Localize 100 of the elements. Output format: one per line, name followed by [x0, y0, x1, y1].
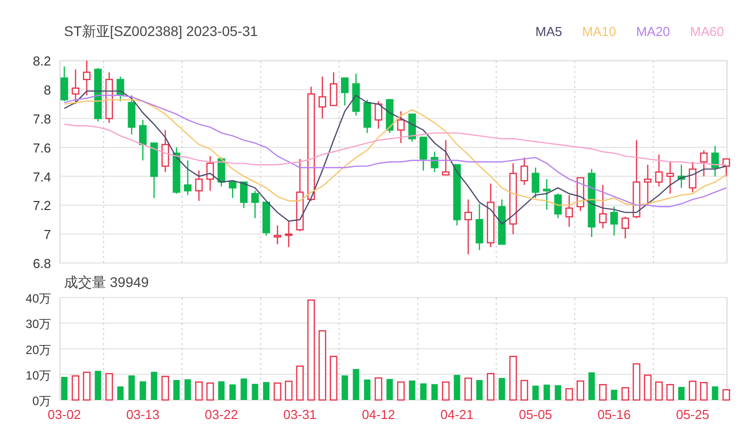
candlestick: [105, 72, 113, 123]
date-label: 04-12: [362, 407, 396, 422]
candlestick: [520, 158, 528, 185]
candlestick: [251, 190, 259, 218]
candlestick: [644, 164, 652, 206]
volume-bar: [498, 378, 506, 400]
candlestick: [476, 204, 484, 250]
volume-bar: [352, 369, 360, 400]
candlestick: [330, 72, 338, 106]
volume-bar: [195, 381, 203, 401]
axis-label: 40万: [26, 292, 51, 306]
candlestick: [655, 154, 663, 186]
candlestick: [498, 199, 506, 245]
candlestick: [678, 164, 686, 188]
candlestick: [284, 221, 292, 248]
volume-bar: [218, 381, 225, 400]
date-label: 03-31: [283, 407, 317, 422]
chart-title: ST新亚[SZ002388] 2023-05-31: [64, 22, 258, 41]
candlestick: [554, 194, 562, 218]
volume-bar: [622, 387, 630, 401]
volume-bar: [206, 382, 214, 401]
volume-bar: [173, 380, 180, 400]
volume-bar: [161, 376, 170, 401]
candlestick: [195, 170, 203, 201]
volume-bar: [284, 380, 292, 401]
volume-bar: [554, 385, 562, 400]
candlestick: [150, 142, 158, 198]
volume-bar: [712, 386, 718, 400]
volume-bar: [263, 382, 270, 400]
candlestick: [184, 160, 192, 196]
candlestick: [374, 101, 382, 129]
volume-bar: [644, 374, 652, 401]
volume-bar: [364, 380, 370, 400]
candlestick: [700, 150, 708, 176]
date-label: 03-02: [48, 407, 81, 422]
volume-bar: [576, 380, 584, 401]
volume-bar: [688, 380, 696, 401]
volume-bar: [61, 376, 68, 400]
candlestick: [622, 216, 630, 238]
candlestick: [565, 195, 573, 227]
volume-bar: [464, 378, 472, 401]
volume-bar: [442, 381, 450, 401]
volume-bar: [431, 384, 438, 400]
date-label: 04-21: [440, 407, 474, 422]
volume-bar: [184, 379, 191, 400]
candlestick: [60, 66, 68, 102]
axis-label: 7.6: [32, 140, 51, 156]
axis-label: 20万: [26, 342, 51, 357]
axis-label: 7.8: [32, 112, 51, 126]
candlestick: [397, 111, 405, 144]
candlestick: [206, 156, 214, 191]
candlestick: [262, 202, 270, 236]
date-label: 05-25: [676, 407, 710, 422]
legend-label: MA10: [582, 22, 616, 41]
volume-bar: [476, 380, 483, 400]
candlestick: [82, 60, 91, 96]
candlestick: [161, 130, 170, 172]
candlestick: [318, 76, 326, 118]
legend-label: MA20: [636, 22, 670, 41]
volume-bar: [565, 388, 573, 401]
candlestick: [408, 114, 416, 142]
volume-bar: [408, 380, 416, 400]
volume-bar: [544, 384, 550, 400]
volume-bar: [397, 381, 405, 401]
candlestick: [420, 136, 428, 171]
volume-bar: [655, 381, 663, 401]
candlestick: [72, 69, 80, 104]
candlestick: [453, 164, 461, 226]
candlestick: [116, 76, 124, 102]
candlestick: [688, 162, 696, 192]
date-label: 03-22: [204, 407, 238, 422]
candlestick: [722, 158, 730, 176]
volume-label: 成交量 39949: [64, 272, 149, 292]
candlestick: [228, 181, 236, 198]
volume-bar: [240, 378, 248, 400]
volume-bar: [666, 384, 674, 401]
candlestick: [666, 162, 674, 194]
candlestick: [341, 77, 349, 106]
candlestick: [532, 168, 540, 198]
candlestick: [599, 184, 607, 228]
volume-bar: [318, 330, 326, 401]
volume-bar: [330, 356, 338, 401]
volume-bar: [72, 375, 80, 401]
volume-bar: [610, 390, 618, 400]
candlestick: [274, 225, 282, 244]
volume-bar: [342, 375, 348, 400]
volume-bar: [229, 384, 236, 400]
candlestick: [386, 99, 394, 133]
volume-bar: [599, 384, 607, 401]
candlestick: [94, 68, 102, 122]
date-label: 03-13: [126, 407, 160, 422]
candlestick: [711, 146, 719, 176]
volume-bar: [274, 382, 282, 401]
volume-bar: [509, 356, 517, 401]
candlestick: [486, 184, 494, 248]
volume-bar: [252, 384, 258, 400]
axis-label: 8: [44, 82, 51, 98]
axis-label: 7.4: [32, 169, 51, 184]
volume-bar: [532, 386, 539, 400]
volume-bar: [486, 373, 494, 401]
